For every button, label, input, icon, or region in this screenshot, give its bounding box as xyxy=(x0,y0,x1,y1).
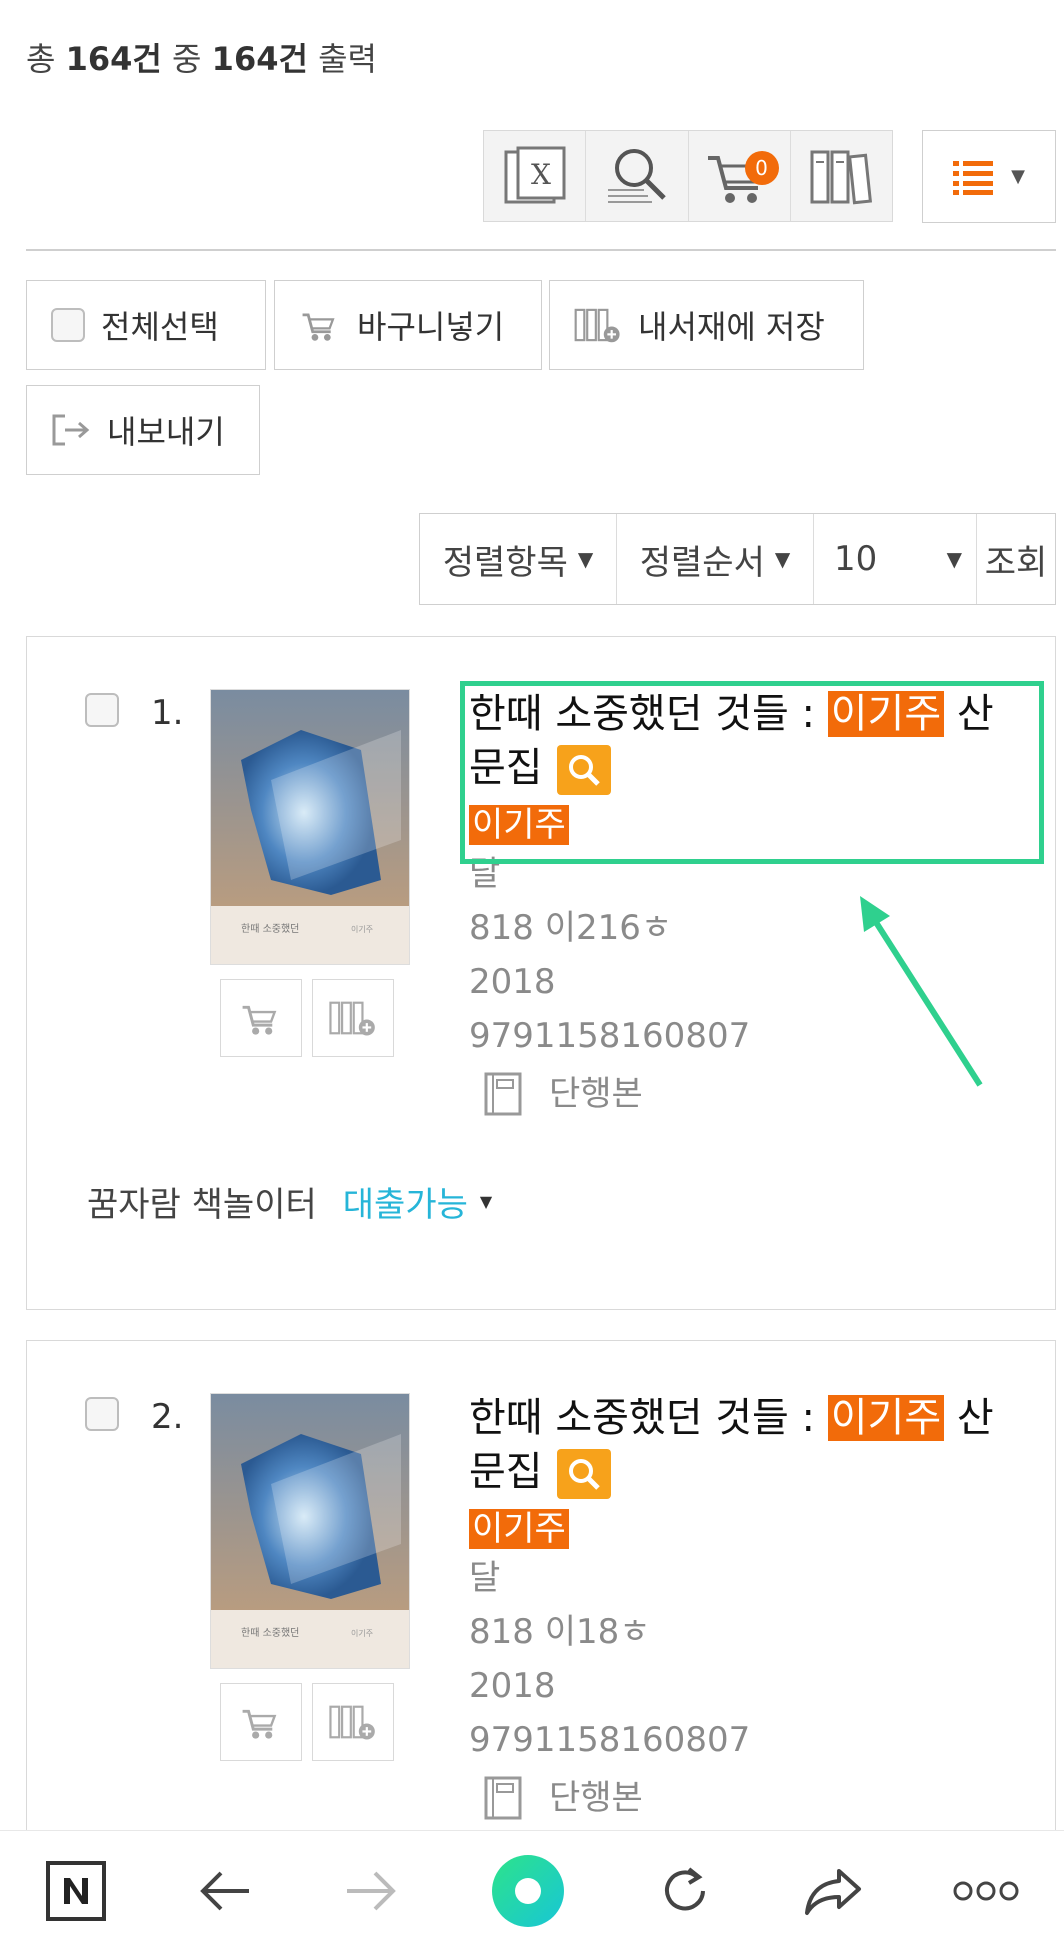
select-all-button[interactable]: 전체선택 xyxy=(26,280,266,370)
book-author[interactable]: 이기주 xyxy=(469,1501,569,1550)
svg-text:이기주: 이기주 xyxy=(351,924,373,934)
add-to-cart-button[interactable]: 바구니넣기 xyxy=(274,280,542,370)
book-isbn: 9791158160807 xyxy=(469,1720,751,1760)
book-icon xyxy=(484,1776,522,1820)
back-icon[interactable] xyxy=(197,1869,253,1917)
book-cover[interactable]: 한때 소중했던 이기주 xyxy=(210,689,410,965)
add-to-shelf-mini-button[interactable] xyxy=(312,979,394,1057)
dropdown-arrow-icon: ▼ xyxy=(946,547,962,571)
bookshelf-icon xyxy=(810,150,873,205)
select-all-checkbox[interactable] xyxy=(51,308,85,342)
loan-status[interactable]: 대출가능 xyxy=(343,1177,468,1226)
sort-field-select[interactable]: 정렬항목 ▼ xyxy=(420,514,617,604)
svg-text:한때 소중했던: 한때 소중했던 xyxy=(241,922,299,935)
keyword-highlight: 이기주 xyxy=(827,1395,945,1441)
book-call-number: 818 이216ㅎ xyxy=(469,908,673,948)
book-cover[interactable]: 한때 소중했던 이기주 xyxy=(210,1393,410,1669)
svg-text:이기주: 이기주 xyxy=(351,1628,373,1638)
search-icon[interactable] xyxy=(556,1449,611,1499)
annotation-arrow xyxy=(860,896,983,1087)
result-number: 2. xyxy=(151,1397,184,1437)
add-to-shelf-mini-button[interactable] xyxy=(312,1683,394,1761)
result-checkbox[interactable] xyxy=(85,1397,119,1431)
excel-button[interactable]: X xyxy=(484,131,587,221)
book-publisher: 달 xyxy=(469,1558,501,1598)
reload-icon[interactable] xyxy=(657,1863,713,1923)
share-icon[interactable] xyxy=(803,1865,863,1921)
divider xyxy=(26,249,1056,251)
annotation-highlight-box xyxy=(460,681,1044,864)
book-year: 2018 xyxy=(469,1666,556,1706)
book-title[interactable]: 한때 소중했던 것들 : 이기주 산문집 xyxy=(469,1391,1009,1499)
bookshelf-add-icon xyxy=(574,308,620,343)
result-card: 2. 한때 소중했던 이기주 한때 소중했던 것들: 이기주 산문집 이기주 … xyxy=(26,1340,1056,1860)
caret-down-icon[interactable]: ▼ xyxy=(480,1192,492,1211)
list-view-icon xyxy=(953,160,994,195)
shelf-button[interactable] xyxy=(791,131,892,221)
book-year: 2018 xyxy=(469,962,556,1002)
cart-button[interactable]: 0 xyxy=(689,131,791,221)
add-to-cart-mini-button[interactable] xyxy=(220,1683,302,1761)
cart-count-badge: 0 xyxy=(744,151,779,185)
excel-icon: X xyxy=(504,146,566,204)
sort-order-select[interactable]: 정렬순서 ▼ xyxy=(617,514,814,604)
export-button[interactable]: 내보내기 xyxy=(26,385,260,475)
result-number: 1. xyxy=(151,693,184,733)
cart-icon xyxy=(242,1005,277,1035)
svg-text:X: X xyxy=(531,158,551,191)
book-icon xyxy=(484,1072,522,1116)
home-icon[interactable] xyxy=(489,1852,567,1934)
result-checkbox[interactable] xyxy=(85,693,119,727)
export-icon xyxy=(52,414,90,446)
search-submit-button[interactable]: 조회 xyxy=(977,514,1055,604)
page-size-select[interactable]: 10 ▼ xyxy=(814,514,977,604)
forward-icon[interactable] xyxy=(343,1869,399,1917)
detail-search-button[interactable] xyxy=(586,131,689,221)
book-call-number: 818 이18ㅎ xyxy=(469,1612,651,1652)
bookshelf-add-icon xyxy=(329,1705,375,1740)
search-icon xyxy=(607,149,666,203)
svg-text:한때 소중했던: 한때 소중했던 xyxy=(241,1626,299,1639)
save-to-shelf-button[interactable]: 내서재에 저장 xyxy=(549,280,864,370)
result-summary: 총 164건 중 164건 출력 xyxy=(26,40,377,78)
chevron-down-icon: ▼ xyxy=(1011,166,1025,187)
more-icon[interactable] xyxy=(953,1879,1019,1907)
book-isbn: 9791158160807 xyxy=(469,1016,751,1056)
cart-icon xyxy=(302,313,335,341)
sort-bar: 정렬항목 ▼ 정렬순서 ▼ 10 ▼ 조회 xyxy=(419,513,1056,605)
book-format: 단행본 xyxy=(483,1771,643,1825)
naver-icon[interactable] xyxy=(45,1860,107,1926)
dropdown-arrow-icon: ▼ xyxy=(774,547,791,571)
book-format: 단행본 xyxy=(483,1067,643,1121)
tool-group: X 0 xyxy=(483,130,893,222)
add-to-cart-mini-button[interactable] xyxy=(220,979,302,1057)
browser-toolbar xyxy=(0,1830,1064,1954)
library-location: 꿈자람 책놀이터 대출가능 ▼ xyxy=(87,1177,492,1226)
bookshelf-add-icon xyxy=(329,1001,375,1036)
view-mode-button[interactable]: ▼ xyxy=(922,130,1056,223)
cart-icon xyxy=(242,1709,277,1739)
dropdown-arrow-icon: ▼ xyxy=(577,547,594,571)
